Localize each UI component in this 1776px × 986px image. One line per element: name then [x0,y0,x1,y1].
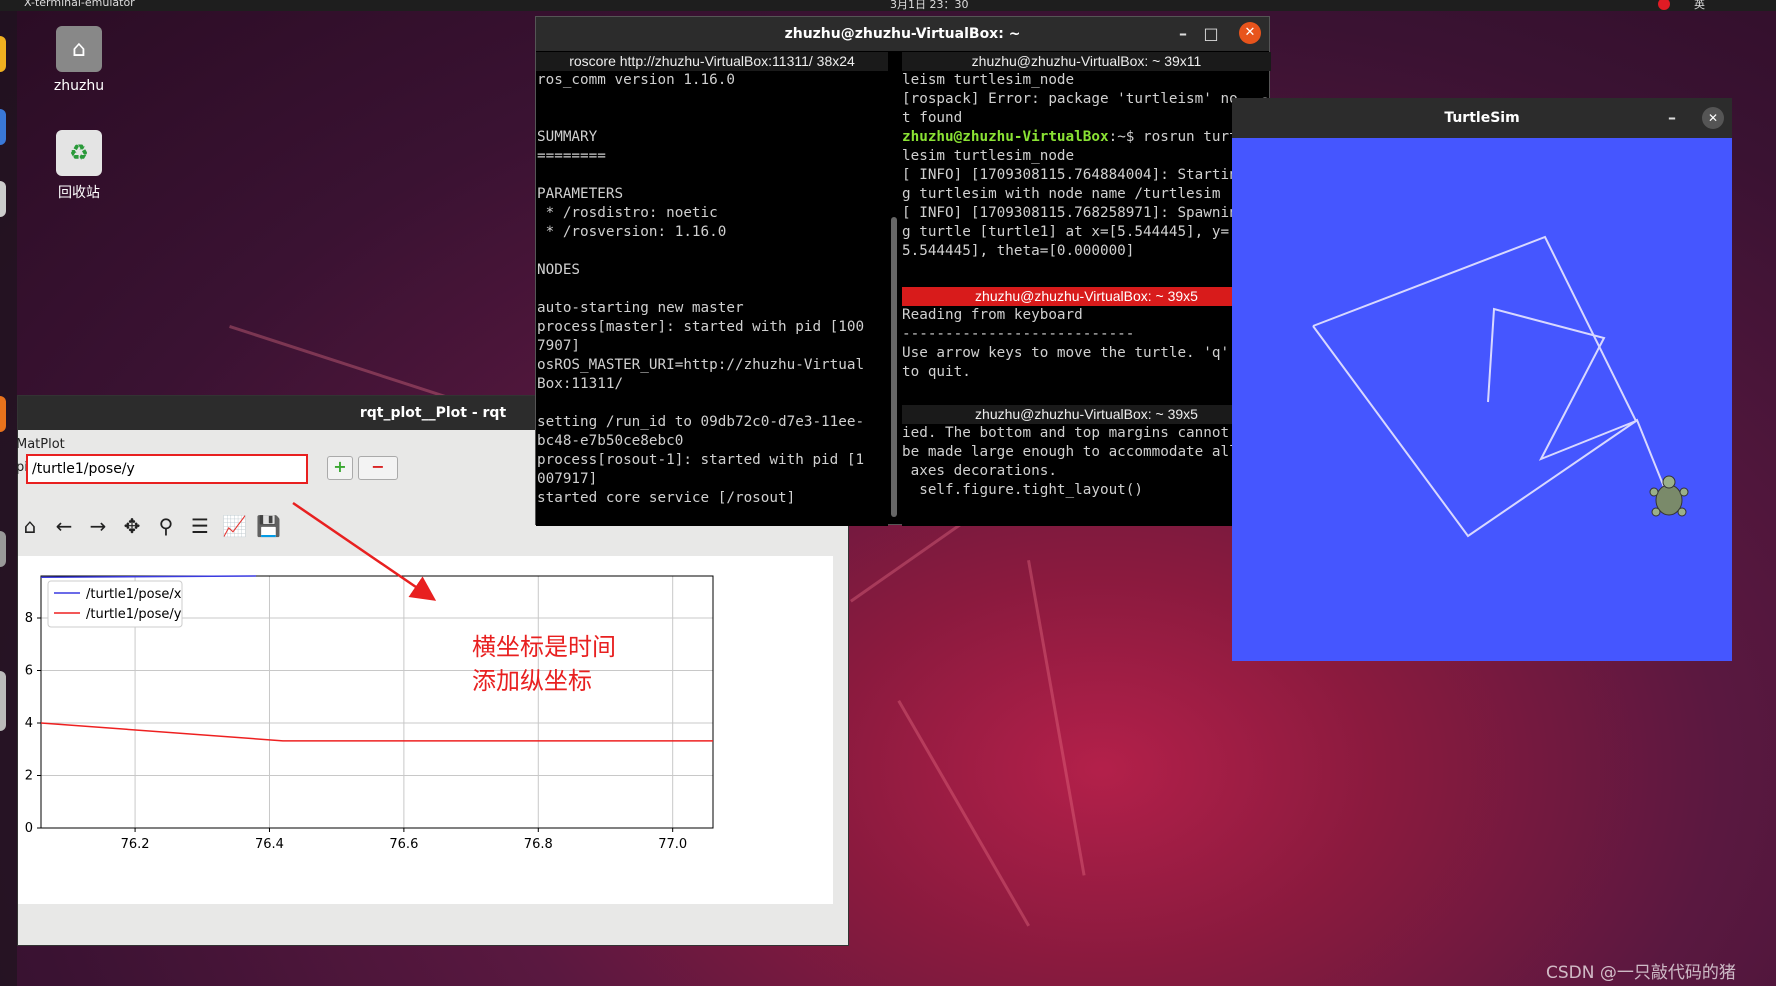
desktop-trash[interactable]: ♻ 回收站 [34,130,124,202]
dock [0,11,17,986]
annotation-text: 横坐标是时间 添加纵坐标 [472,630,616,698]
dock-app-icon[interactable] [0,531,6,567]
turtle-path [1312,235,1638,538]
pane-roscore-scrollbar[interactable] [891,217,897,517]
pane-rqt[interactable]: ied. The bottom and top margins cannot b… [902,424,1264,526]
turtlesim-title-text: TurtleSim [1444,110,1520,126]
pane-teleop[interactable]: Reading from keyboard ------------------… [902,306,1264,401]
dock-app-icon[interactable] [0,36,6,72]
active-app-menu[interactable]: X-terminal-emulator [24,0,135,9]
dock-app-icon[interactable] [0,109,6,145]
watermark: CSDN @一只敲代码的猪 [1546,963,1736,983]
close-icon[interactable]: ✕ [1702,107,1724,129]
trash-icon: ♻ [56,130,102,176]
forward-arrow-icon[interactable]: → [86,514,110,540]
input-method[interactable]: 英 [1694,0,1705,11]
x-tick-label: 76.6 [389,837,418,852]
save-figure-icon[interactable]: 💾 [256,514,281,540]
home-icon[interactable]: ⌂ [18,514,42,540]
desktop-home-folder[interactable]: ⌂ zhuzhu [34,26,124,94]
pane-roscore[interactable]: ros_comm version 1.16.0 SUMMARY ========… [536,71,888,526]
pane-turtlesim-header[interactable]: zhuzhu@zhuzhu-VirtualBox: ~ 39x11 [902,52,1271,71]
desktop-home-label: zhuzhu [53,78,105,94]
turtlesim-window: TurtleSim – ✕ [1232,98,1732,661]
pane-teleop-text: Reading from keyboard ------------------… [902,307,1230,380]
add-topic-button[interactable]: + [327,456,353,480]
shell-prompt: zhuzhu@zhuzhu-VirtualBox [902,129,1109,145]
annotation-line-2: 添加纵坐标 [472,667,592,695]
turtle-icon [1649,475,1689,517]
x-tick-label: 76.2 [121,837,150,852]
dock-app-icon[interactable] [0,396,6,432]
turtle-canvas [1312,235,1689,538]
terminal-title-text: zhuzhu@zhuzhu-VirtualBox: ~ [784,26,1021,42]
pane-rqt-text: ied. The bottom and top margins cannot b… [902,425,1238,498]
minimize-icon[interactable]: – [1171,17,1195,51]
x-tick-label: 76.8 [524,837,553,852]
dock-app-icon[interactable] [0,181,6,217]
terminator-window: zhuzhu@zhuzhu-VirtualBox: ~ – □ ✕ roscor… [535,16,1271,526]
y-tick-label: 0 [25,821,33,836]
series-line [40,722,713,742]
turtle-path [1634,418,1665,488]
back-arrow-icon[interactable]: ← [52,514,76,540]
wallpaper-line [897,700,1030,927]
pan-icon[interactable]: ✥ [120,514,144,540]
pane-roscore-text: ros_comm version 1.16.0 SUMMARY ========… [537,72,865,506]
maximize-icon[interactable]: □ [1199,17,1223,51]
x-tick-label: 77.0 [658,837,687,852]
y-tick-label: 6 [25,664,33,679]
configure-subplots-icon[interactable]: ☰ [188,514,212,540]
pane-turtlesim-error-text: leism turtlesim_node [rospack] Error: pa… [902,72,1238,126]
y-tick-label: 2 [25,769,33,784]
pane-teleop-header[interactable]: zhuzhu@zhuzhu-VirtualBox: ~ 39x5 [902,287,1271,306]
legend-label: /turtle1/pose/y [86,607,182,622]
pane-rqt-header[interactable]: zhuzhu@zhuzhu-VirtualBox: ~ 39x5 [902,405,1271,424]
edit-curves-icon[interactable]: 📈 [222,514,247,540]
record-indicator-icon [1658,0,1670,10]
topic-input[interactable]: /turtle1/pose/y [26,454,308,484]
pane-roscore-header[interactable]: roscore http://zhuzhu-VirtualBox:11311/ … [536,52,888,71]
turtlesim-title[interactable]: TurtleSim – ✕ [1232,98,1732,138]
close-icon[interactable]: ✕ [1239,22,1261,44]
annotation-arrow [292,501,437,601]
top-bar: X-terminal-emulator 3月1日 23：30 英 [0,0,1776,11]
legend-label: /turtle1/pose/x [86,587,182,602]
y-tick-label: 4 [25,716,33,731]
annotation-line-1: 横坐标是时间 [472,633,616,661]
minimize-icon[interactable]: – [1660,101,1684,135]
desktop-trash-label: 回收站 [58,185,100,201]
clock[interactable]: 3月1日 23：30 [890,0,969,11]
dock-app-icon[interactable] [0,671,6,731]
zoom-icon[interactable]: ⚲ [154,514,178,540]
remove-topic-button[interactable]: − [358,456,398,480]
matplot-label: MatPlot [16,437,65,452]
pane-turtlesim-text: :~$ rosrun turt lesim turtlesim_node [ I… [902,129,1238,259]
wallpaper-line [1027,560,1086,876]
y-tick-label: 8 [25,611,33,626]
home-folder-icon: ⌂ [56,26,102,72]
x-tick-label: 76.4 [255,837,284,852]
terminal-window-title[interactable]: zhuzhu@zhuzhu-VirtualBox: ~ – □ ✕ [536,17,1269,51]
pane-turtlesim[interactable]: leism turtlesim_node [rospack] Error: pa… [902,71,1264,281]
